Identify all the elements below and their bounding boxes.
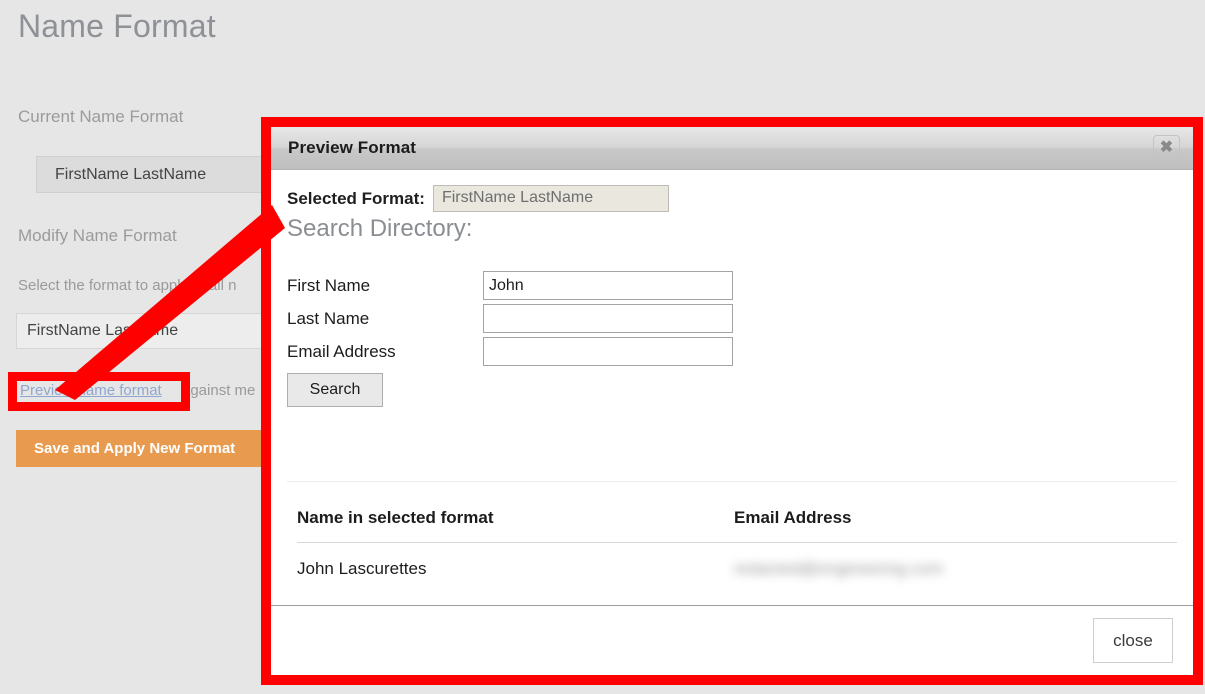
preview-link-suffix-text: against me [182, 382, 256, 399]
form-row-email-address: Email Address [287, 335, 1177, 368]
selected-format-row: Selected Format: FirstName LastName [287, 170, 1177, 212]
form-row-first-name: First Name [287, 269, 1177, 302]
search-directory-heading: Search Directory: [287, 215, 473, 242]
selected-format-value: FirstName LastName [432, 185, 669, 212]
current-name-format-select[interactable]: FirstName LastName [36, 156, 294, 193]
modal-header: Preview Format ✖ [271, 127, 1193, 170]
save-and-apply-new-format-button[interactable]: Save and Apply New Format [16, 430, 264, 467]
modify-format-helper-text: Select the format to apply to all n [18, 277, 237, 294]
results-table: Name in selected format Email Address Jo… [297, 508, 1177, 579]
search-directory-form: First Name Last Name Email Address Searc… [287, 269, 1177, 407]
current-name-format-label: Current Name Format [18, 107, 184, 126]
close-button[interactable]: close [1093, 618, 1173, 663]
last-name-label: Last Name [287, 308, 370, 328]
form-row-last-name: Last Name [287, 302, 1177, 335]
column-header-email: Email Address [734, 508, 852, 527]
first-name-input[interactable] [483, 271, 733, 300]
email-address-input[interactable] [483, 337, 733, 366]
last-name-input[interactable] [483, 304, 733, 333]
preview-format-modal: Preview Format ✖ Selected Format: FirstN… [271, 127, 1193, 675]
page-title: Name Format [18, 8, 216, 44]
results-table-header: Name in selected format Email Address [297, 508, 1177, 543]
close-x-icon[interactable]: ✖ [1153, 135, 1180, 160]
modal-footer: close [271, 605, 1193, 675]
modal-body: Selected Format: FirstName LastName Sear… [271, 170, 1193, 606]
results-divider [287, 481, 1177, 482]
search-button[interactable]: Search [287, 373, 383, 407]
result-email-cell-redacted: redacted@engineering.com [734, 559, 944, 578]
modal-title: Preview Format [288, 138, 417, 157]
result-name-cell: John Lascurettes [297, 559, 427, 578]
selected-format-label: Selected Format: [287, 188, 425, 208]
preview-name-format-link[interactable]: Preview name format [20, 382, 162, 399]
first-name-label: First Name [287, 275, 371, 295]
column-header-name: Name in selected format [297, 508, 494, 527]
table-row: John Lascurettes redacted@engineering.co… [297, 543, 1177, 579]
email-address-label: Email Address [287, 341, 396, 361]
modify-name-format-label: Modify Name Format [18, 226, 177, 245]
modify-name-format-select[interactable]: FirstName LastName [16, 313, 282, 349]
